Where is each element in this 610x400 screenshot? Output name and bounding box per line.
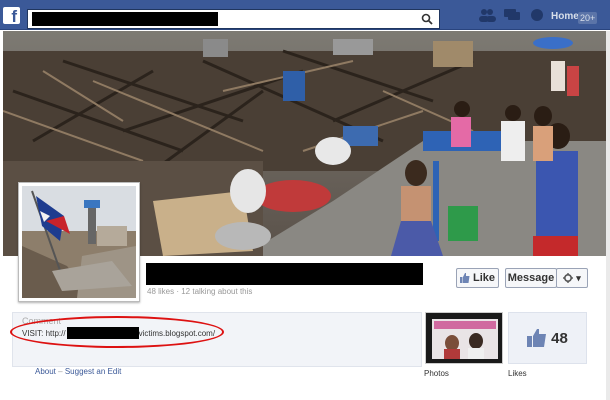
photos-label[interactable]: Photos (424, 369, 449, 378)
thumbs-up-icon (527, 329, 547, 347)
page-stats: 48 likes · 12 talking about this (147, 287, 253, 296)
likes-label[interactable]: Likes (508, 369, 527, 378)
friend-requests-icon[interactable] (478, 8, 496, 22)
profile-picture-frame[interactable] (18, 182, 140, 302)
jewel-icons (478, 8, 546, 22)
like-button-label: Like (472, 272, 495, 284)
chevron-down-icon: ▾ (576, 272, 581, 283)
photos-thumbnail[interactable] (425, 312, 503, 364)
link-separator: – (58, 367, 63, 376)
about-link[interactable]: About (35, 367, 56, 376)
search-redaction (32, 12, 218, 26)
photos-thumbnail-image (426, 313, 502, 363)
home-link[interactable]: Home (551, 11, 579, 22)
messages-icon[interactable] (503, 8, 521, 22)
likes-count: 48 (551, 329, 568, 347)
notifications-icon[interactable] (528, 8, 546, 22)
about-links: About – Suggest an Edit (35, 367, 121, 376)
like-button[interactable]: Like (456, 268, 499, 288)
message-button-label: Message (507, 272, 555, 284)
facebook-logo[interactable]: f (3, 7, 20, 26)
search-input[interactable] (27, 9, 440, 29)
page-name-redaction (146, 263, 423, 285)
thumbs-up-icon (459, 273, 470, 283)
search-icon[interactable] (421, 13, 433, 25)
profile-picture (22, 186, 136, 298)
likes-box[interactable]: 48 (508, 312, 587, 364)
gear-icon (563, 273, 574, 283)
message-button[interactable]: Message (505, 268, 557, 288)
top-navigation-bar: f Home 20+ (0, 0, 610, 30)
highlight-ellipse (10, 316, 224, 348)
home-notification-badge: 20+ (578, 12, 598, 24)
scrollbar[interactable] (606, 31, 610, 400)
settings-button[interactable]: ▾ (556, 268, 588, 288)
suggest-edit-link[interactable]: Suggest an Edit (65, 367, 121, 376)
